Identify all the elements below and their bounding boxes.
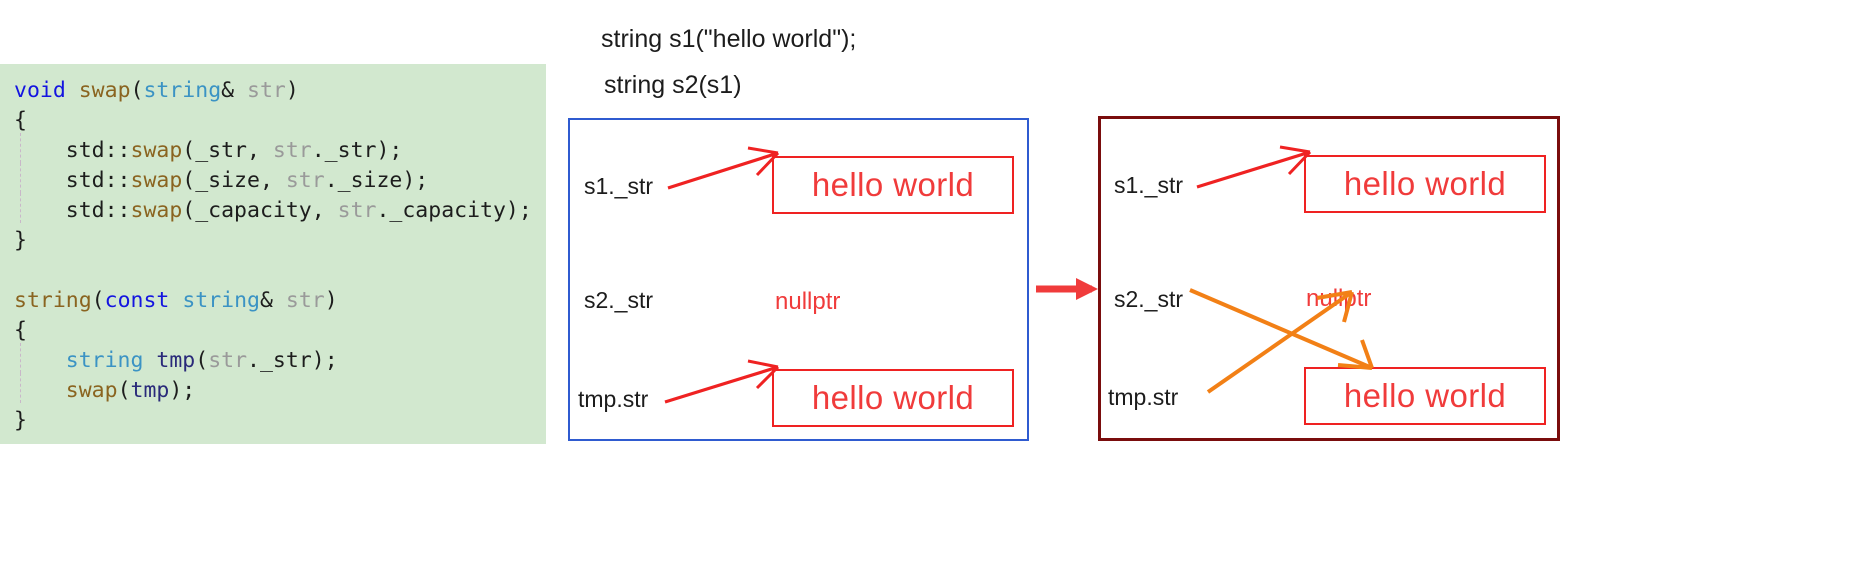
header-code-text: string s1("hello world"); string s2(s1) xyxy=(601,16,856,108)
code-token: swap xyxy=(130,138,183,163)
code-token: ( xyxy=(91,288,105,313)
code-token: ( xyxy=(195,348,209,373)
before-value-box-tmp: hello world xyxy=(772,369,1014,427)
code-token: ._size); xyxy=(324,168,429,193)
code-panel: void swap(string& str){ std::swap(_str, … xyxy=(0,64,546,444)
code-token: (_str, xyxy=(182,138,273,163)
code-token: str xyxy=(247,78,286,103)
before-label-s2-str: s2._str xyxy=(584,287,654,313)
code-token: { xyxy=(14,108,27,133)
code-token: swap xyxy=(130,168,183,193)
after-label-tmp-str: tmp.str xyxy=(1108,384,1179,410)
code-token: } xyxy=(14,408,27,433)
before-value-nullptr: nullptr xyxy=(775,288,841,315)
code-token: ) xyxy=(285,78,299,103)
code-token: (_size, xyxy=(182,168,286,193)
code-token: ._str); xyxy=(247,348,338,373)
code-line: string(const string& str) xyxy=(14,286,546,316)
code-token: string xyxy=(182,288,260,313)
code-token: { xyxy=(14,318,27,343)
header-line-1: string s1("hello world"); xyxy=(601,25,857,53)
code-token: tmp xyxy=(156,348,196,373)
code-token: (_capacity, xyxy=(182,198,338,223)
code-token: str xyxy=(272,138,312,163)
after-value-box-tmp: hello world xyxy=(1304,367,1546,425)
code-line: { xyxy=(14,316,546,346)
code-token: string xyxy=(65,348,144,373)
code-line: { xyxy=(14,106,546,136)
code-token: ); xyxy=(169,378,196,403)
code-token: ( xyxy=(117,378,131,403)
code-token: ) xyxy=(324,288,338,313)
after-label-s1-str: s1._str xyxy=(1114,172,1184,198)
code-token: str xyxy=(285,168,325,193)
code-token: void xyxy=(14,78,66,103)
code-line: } xyxy=(14,226,546,256)
before-label-s1-str: s1._str xyxy=(584,173,654,199)
code-token: std:: xyxy=(14,168,131,193)
code-token: string xyxy=(143,78,222,103)
code-line: std::swap(_capacity, str._capacity); xyxy=(14,193,546,226)
code-token: tmp xyxy=(130,378,170,403)
code-token: std:: xyxy=(14,138,131,163)
code-token: std:: xyxy=(14,198,131,223)
after-value-nullptr: nullptr xyxy=(1306,285,1372,312)
code-token: const xyxy=(104,288,170,313)
code-token: & xyxy=(221,78,248,103)
code-token: } xyxy=(14,228,27,253)
before-label-tmp-str: tmp.str xyxy=(578,386,649,412)
code-line: std::swap(_str, str._str); xyxy=(14,133,546,166)
code-token: str xyxy=(208,348,248,373)
header-line-2: string s2(s1) xyxy=(604,71,742,99)
code-token: ( xyxy=(130,78,144,103)
after-label-s2-str: s2._str xyxy=(1114,286,1184,312)
code-token: swap xyxy=(78,78,131,103)
code-line: std::swap(_size, str._size); xyxy=(14,163,546,196)
code-token: str xyxy=(337,198,377,223)
after-value-box-s1: hello world xyxy=(1304,155,1546,213)
code-line: void swap(string& str) xyxy=(14,76,546,106)
arrow-transition-before-to-after xyxy=(1036,278,1098,300)
code-line: } xyxy=(14,406,546,436)
code-token: swap xyxy=(65,378,118,403)
code-token: swap xyxy=(130,198,183,223)
code-token: & xyxy=(259,288,286,313)
code-token: str xyxy=(285,288,325,313)
code-token: ._capacity); xyxy=(376,198,532,223)
code-line: swap(tmp); xyxy=(14,373,546,406)
code-token: ._str); xyxy=(311,138,403,163)
code-line: string tmp(str._str); xyxy=(14,343,546,376)
code-token: string xyxy=(14,288,92,313)
before-value-box-s1: hello world xyxy=(772,156,1014,214)
